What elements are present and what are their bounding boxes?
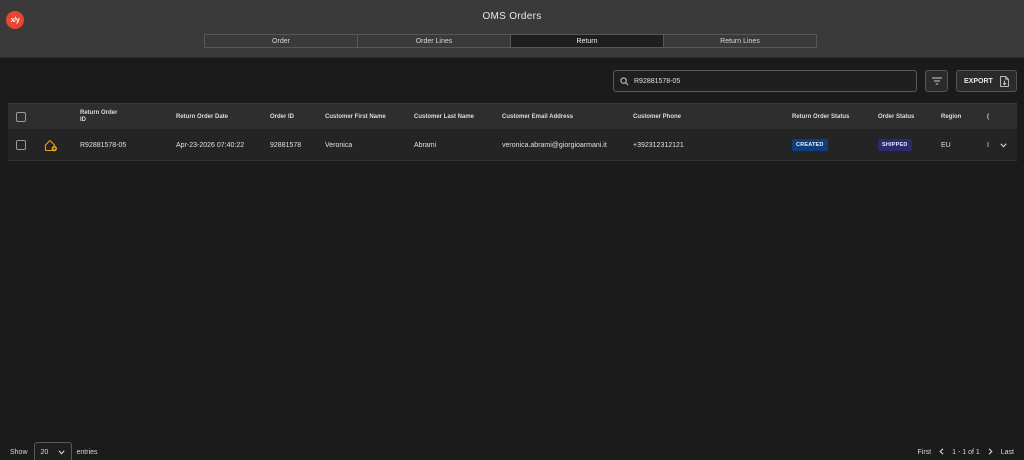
table-header: Return Order ID Return Order Date Order … — [8, 103, 1017, 129]
page-size-value: 20 — [40, 448, 49, 456]
last-page-link[interactable]: Last — [1001, 449, 1014, 456]
search-icon — [620, 76, 629, 85]
row-checkbox[interactable] — [16, 140, 26, 150]
tab-order[interactable]: Order — [204, 34, 358, 48]
row-expand-cell — [1000, 129, 1007, 161]
file-export-icon — [1000, 76, 1009, 87]
cell-truncated: I — [987, 141, 989, 149]
page-title: OMS Orders — [482, 11, 542, 22]
col-order-id[interactable]: Order ID — [270, 104, 294, 130]
export-label: EXPORT — [964, 77, 993, 85]
col-customer-email[interactable]: Customer Email Address — [502, 104, 573, 130]
row-icon-cell — [44, 129, 58, 161]
table-row[interactable]: R92881578-05 Apr-23-2026 07:40:22 928815… — [8, 129, 1017, 161]
col-return-order-status[interactable]: Return Order Status — [792, 104, 849, 130]
filter-icon — [931, 77, 942, 85]
status-badge-shipped: SHIPPED — [878, 139, 912, 151]
next-page-button[interactable] — [988, 447, 993, 457]
row-select-cell — [16, 129, 26, 161]
cell-return-order-id: R92881578-05 — [80, 141, 127, 149]
cell-order-status: SHIPPED — [878, 129, 912, 161]
entries-label: entries — [76, 448, 98, 456]
show-label: Show — [10, 448, 28, 456]
filter-button[interactable] — [925, 70, 948, 92]
chevron-down-icon — [57, 450, 65, 455]
returns-table: Return Order ID Return Order Date Order … — [8, 103, 1017, 161]
select-all-checkbox[interactable] — [16, 112, 26, 122]
col-truncated[interactable]: ( — [987, 104, 989, 130]
col-customer-first-name[interactable]: Customer First Name — [325, 104, 386, 130]
chevron-down-icon[interactable] — [1000, 142, 1007, 148]
col-return-order-date[interactable]: Return Order Date — [176, 104, 228, 130]
prev-page-button[interactable] — [939, 447, 944, 457]
cell-region: EU — [941, 141, 951, 149]
cell-last-name: Abrami — [414, 141, 437, 149]
col-region[interactable]: Region — [941, 104, 961, 130]
status-badge-created: CREATED — [792, 139, 828, 151]
page-size-control: Show 20 entries — [10, 441, 98, 460]
app-header: x/y OMS Orders Order Order Lines Return … — [0, 0, 1024, 58]
tab-return-lines[interactable]: Return Lines — [663, 34, 817, 48]
tab-order-lines[interactable]: Order Lines — [357, 34, 511, 48]
search-input[interactable] — [634, 77, 904, 85]
col-return-order-id[interactable]: Return Order ID — [80, 104, 117, 130]
cell-order-id: 92881578 — [270, 141, 302, 149]
cell-phone: +392312312121 — [633, 141, 684, 149]
home-return-icon[interactable] — [44, 139, 58, 152]
chevron-right-icon — [988, 447, 993, 455]
tab-return[interactable]: Return — [510, 34, 664, 48]
cell-return-status: CREATED — [792, 129, 828, 161]
page-size-select[interactable]: 20 — [33, 442, 72, 460]
select-all-cell — [16, 104, 26, 130]
cell-return-order-date: Apr-23-2026 07:40:22 — [176, 141, 245, 149]
export-button[interactable]: EXPORT — [956, 70, 1017, 92]
col-customer-last-name[interactable]: Customer Last Name — [414, 104, 474, 130]
col-order-status[interactable]: Order Status — [878, 104, 914, 130]
chevron-left-icon — [939, 447, 944, 455]
tab-bar: Order Order Lines Return Return Lines — [204, 34, 817, 48]
col-customer-phone[interactable]: Customer Phone — [633, 104, 681, 130]
first-page-link[interactable]: First — [918, 449, 932, 456]
search-box[interactable] — [613, 70, 917, 92]
page-range: 1 - 1 of 1 — [952, 448, 980, 456]
cell-email: veronica.abrami@giorgioarmani.it — [502, 141, 607, 149]
pagination: First 1 - 1 of 1 Last — [910, 446, 1014, 458]
cell-first-name: Veronica — [325, 141, 353, 149]
